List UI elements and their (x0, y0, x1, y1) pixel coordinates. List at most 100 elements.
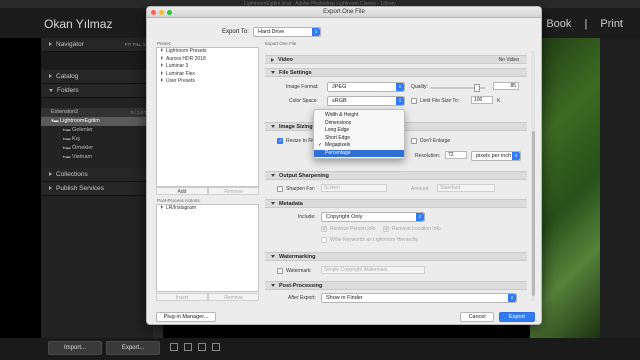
resize-menu-item[interactable]: Percentage (314, 149, 404, 157)
settings-scrollbar[interactable] (531, 51, 535, 301)
limit-file-size-checkbox[interactable] (411, 98, 417, 104)
color-space-select[interactable]: sRGB ⇕ (327, 96, 405, 106)
zoom-icon[interactable] (167, 9, 172, 15)
folder-row[interactable]: ▸▬ Gelenler 1 (41, 126, 153, 135)
preset-item[interactable]: User Presets (157, 78, 258, 86)
folder-row[interactable]: ▸▬ Vietnam 1 (41, 153, 153, 162)
preset-item[interactable]: Luminar Flex (157, 70, 258, 79)
menu-item-label: Percentage (325, 149, 351, 156)
chevron-updown-icon: ⇕ (512, 152, 520, 160)
insert-action-button[interactable]: Insert (156, 293, 208, 301)
post-processing-section-header[interactable]: Post-Processing (265, 281, 527, 290)
folder-row[interactable]: ▾▬ LightroomEgitim 1 (41, 117, 153, 126)
output-sharpening-title: Output Sharpening (279, 173, 329, 179)
menu-item-label: Dimensions (325, 119, 352, 126)
import-button[interactable]: Import... (48, 341, 102, 355)
export-button[interactable]: Export... (106, 341, 160, 355)
add-preset-button[interactable]: Add (156, 187, 208, 195)
dont-enlarge-checkbox[interactable] (411, 138, 417, 144)
quality-slider[interactable] (430, 84, 485, 92)
plugin-manager-button[interactable]: Plug-in Manager... (156, 312, 216, 322)
color-space-label: Color Space: (289, 98, 318, 104)
loupe-view-icon[interactable] (184, 343, 192, 351)
remove-action-button[interactable]: Remove (208, 293, 259, 301)
watermark-select[interactable]: Simple Copyright Watermark (321, 266, 425, 274)
preset-item[interactable]: Aurora HDR 2018 (157, 55, 258, 64)
write-keywords-label: Write Keywords as Lightroom Hierarchy (330, 237, 418, 243)
remove-location-info-label: Remove Location Info (392, 226, 441, 232)
volume-name: Extension2 (51, 109, 79, 115)
expand-icon (161, 55, 163, 60)
export-to-select[interactable]: Hard Drive ⇕ (253, 27, 321, 37)
remove-preset-button[interactable]: Remove (208, 187, 259, 195)
resize-menu-item[interactable]: ✓ Megapixels (314, 142, 404, 150)
folder-row[interactable]: ▸▬ Kış 1 (41, 135, 153, 144)
watermarking-section-header[interactable]: Watermarking (265, 252, 527, 261)
post-process-item[interactable]: LR/Instagram (157, 205, 258, 213)
expand-icon (161, 70, 163, 75)
expand-icon (49, 42, 52, 46)
expand-icon (161, 63, 163, 67)
minimize-icon[interactable] (159, 9, 164, 15)
collapse-icon (271, 71, 275, 75)
remove-location-info-checkbox[interactable] (383, 226, 389, 232)
folder-name: Örnekler (72, 145, 94, 151)
catalog-panel-header[interactable]: Catalog (41, 70, 153, 84)
menu-item-label: Short Edge (325, 134, 351, 141)
remove-person-info-checkbox[interactable] (321, 226, 327, 232)
publish-services-label: Publish Services (56, 185, 105, 192)
image-format-select[interactable]: JPEG ⇕ (327, 82, 405, 92)
close-icon[interactable] (151, 9, 156, 15)
image-format-label: Image Format: (286, 84, 319, 90)
folder-name: Kış (72, 136, 80, 142)
navigator-panel-header[interactable]: Navigator FIT FILL 1:1 (41, 38, 153, 52)
checkmark-icon: ✓ (318, 142, 323, 148)
resolution-unit-value: pixels per inch (476, 153, 512, 159)
resize-menu-item[interactable]: Width & Height (314, 112, 404, 120)
metadata-include-select[interactable]: Copyright Only ⇕ (321, 212, 425, 222)
quality-label: Quality: (411, 84, 428, 90)
video-section-header[interactable]: Video No Video (265, 55, 527, 64)
amount-select[interactable]: Standard (437, 184, 495, 192)
file-settings-section-header[interactable]: File Settings (265, 68, 527, 77)
collections-panel-header[interactable]: Collections (41, 168, 153, 182)
module-print[interactable]: Print (595, 18, 628, 30)
post-processing-title: Post-Processing (279, 283, 323, 289)
compare-view-icon[interactable] (198, 343, 206, 351)
preset-item[interactable]: Lightroom Presets (157, 48, 258, 56)
amount-label: Amount: (411, 186, 430, 192)
quality-slider-knob[interactable] (473, 84, 480, 92)
folders-label: Folders (57, 87, 79, 94)
resize-menu-item[interactable]: Dimensions (314, 120, 404, 128)
preset-header: Preset: (157, 41, 172, 46)
video-section-title: Video (278, 57, 293, 63)
grid-view-icon[interactable] (170, 343, 178, 351)
resolution-unit-select[interactable]: pixels per inch ⇕ (471, 151, 521, 161)
folder-row[interactable]: ▸▬ Örnekler 1 (41, 144, 153, 153)
preset-item[interactable]: Luminar 3 (157, 63, 258, 71)
metadata-section-header[interactable]: Metadata (265, 199, 527, 208)
limit-file-size-input[interactable]: 100 (471, 96, 493, 104)
publish-services-panel-header[interactable]: Publish Services (41, 182, 153, 196)
survey-view-icon[interactable] (212, 343, 220, 351)
watermark-checkbox[interactable] (277, 268, 283, 274)
folders-panel-header[interactable]: Folders (41, 84, 153, 98)
collapse-icon (271, 125, 275, 129)
cancel-button[interactable]: Cancel (460, 312, 494, 322)
output-sharpening-section-header[interactable]: Output Sharpening (265, 171, 527, 180)
resize-menu-item[interactable]: Short Edge (314, 135, 404, 143)
resize-to-fit-checkbox[interactable] (277, 138, 283, 144)
expand-icon (49, 74, 52, 78)
scrollbar-thumb[interactable] (531, 131, 535, 296)
sharpen-for-checkbox[interactable] (277, 186, 283, 192)
sharpen-for-select[interactable]: Screen (321, 184, 387, 192)
after-export-select[interactable]: Show in Finder ⇕ (321, 293, 517, 303)
write-keywords-checkbox[interactable] (321, 237, 327, 243)
module-book[interactable]: Book (541, 18, 576, 30)
quality-input[interactable]: 85 (493, 82, 519, 90)
export-confirm-button[interactable]: Export (499, 312, 535, 322)
resolution-input[interactable]: 72 (445, 151, 467, 159)
volume-row[interactable]: Extension2 0 / 1.8 TB (41, 108, 153, 117)
resize-menu-item[interactable]: Long Edge (314, 127, 404, 135)
folder-icon: ▸▬ (63, 127, 71, 133)
